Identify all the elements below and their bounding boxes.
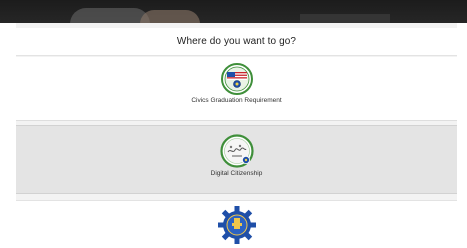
digital-citizenship-seal-icon: [219, 134, 254, 168]
hero-banner-image: [0, 0, 467, 23]
app-viewport: Where do you want to go? Civics Graduati…: [0, 0, 467, 248]
hero-shadow-shape: [300, 14, 390, 23]
civics-seal-icon: [220, 63, 253, 95]
destination-prompt: Where do you want to go?: [16, 28, 457, 56]
gear-seal-icon: [217, 206, 256, 244]
option-label: Civics Graduation Requirement: [191, 97, 282, 104]
hero-figure-shape: [140, 10, 200, 23]
option-label: Digital Citizenship: [210, 170, 263, 177]
option-digital-citizenship[interactable]: Digital Citizenship: [16, 125, 457, 194]
option-civics-graduation[interactable]: Civics Graduation Requirement: [16, 57, 457, 121]
hero-figure-shape: [70, 8, 150, 23]
destination-prompt-text: Where do you want to go?: [176, 36, 297, 47]
option-career-technical[interactable]: [16, 200, 457, 248]
